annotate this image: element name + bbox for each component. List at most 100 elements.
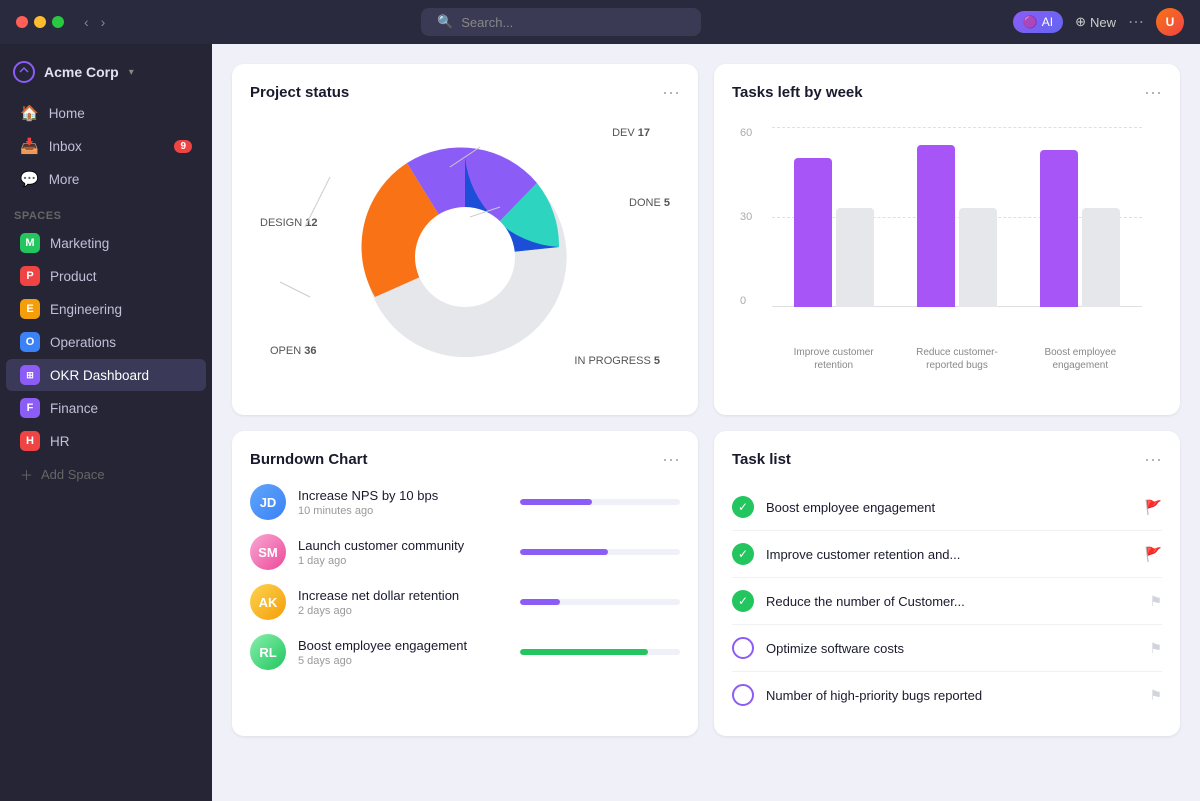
burndown-progress-2 — [520, 549, 680, 555]
task-text-2: Improve customer retention and... — [766, 547, 1133, 562]
burndown-fill-2 — [520, 549, 608, 555]
burndown-avatar-1: JD — [250, 484, 286, 520]
burndown-item-3: AK Increase net dollar retention 2 days … — [250, 584, 680, 620]
task-check-5 — [732, 684, 754, 706]
task-check-1: ✓ — [732, 496, 754, 518]
bar-bg-2 — [959, 208, 997, 307]
sidebar-item-finance[interactable]: F Finance — [6, 392, 206, 424]
burndown-progress-3 — [520, 599, 680, 605]
search-bar[interactable]: 🔍 Search... — [421, 8, 701, 36]
burndown-item-1: JD Increase NPS by 10 bps 10 minutes ago — [250, 484, 680, 520]
sidebar-item-inbox[interactable]: 📥 Inbox 9 — [6, 130, 206, 162]
pie-chart — [335, 127, 595, 387]
minimize-button[interactable] — [34, 16, 46, 28]
task-item-3[interactable]: ✓ Reduce the number of Customer... ⚑ — [732, 578, 1162, 625]
forward-arrow-icon[interactable]: › — [97, 12, 110, 32]
inprogress-label: IN PROGRESS 5 — [574, 355, 660, 367]
burndown-header: Burndown Chart ··· — [250, 449, 680, 470]
x-labels: Improve customer retention Reduce custom… — [772, 346, 1142, 372]
project-status-more[interactable]: ··· — [662, 82, 680, 103]
space-icon-product: P — [20, 266, 40, 286]
close-button[interactable] — [16, 16, 28, 28]
project-status-header: Project status ··· — [250, 82, 680, 103]
task-list-more[interactable]: ··· — [1144, 449, 1162, 470]
bar-main-1 — [794, 158, 832, 307]
avatar[interactable]: U — [1156, 8, 1184, 36]
sidebar-item-operations[interactable]: O Operations — [6, 326, 206, 358]
workspace-name: Acme Corp — [44, 64, 119, 80]
bar-chart-area: 60 30 0 — [732, 117, 1162, 377]
space-icon-okr: ⊞ — [20, 365, 40, 385]
search-icon: 🔍 — [437, 14, 453, 30]
sidebar-item-label: Home — [49, 106, 85, 121]
burndown-name-2: Launch customer community — [298, 538, 508, 553]
burndown-more[interactable]: ··· — [662, 449, 680, 470]
burndown-card: Burndown Chart ··· JD Increase NPS by 10… — [232, 431, 698, 736]
tasks-by-week-card: Tasks left by week ··· 60 30 0 — [714, 64, 1180, 415]
workspace-header[interactable]: Acme Corp ▾ — [0, 52, 212, 92]
project-status-card: Project status ··· — [232, 64, 698, 415]
grid-icon[interactable]: ⋯ — [1128, 12, 1144, 32]
x-label-3: Boost employee engagement — [1035, 346, 1125, 372]
task-item-1[interactable]: ✓ Boost employee engagement 🚩 — [732, 484, 1162, 531]
project-status-title: Project status — [250, 84, 349, 101]
ai-badge[interactable]: 🟣 AI — [1013, 11, 1063, 33]
new-button[interactable]: ⊕ New — [1075, 14, 1116, 30]
chevron-down-icon: ▾ — [129, 67, 134, 78]
sidebar-item-okr[interactable]: ⊞ OKR Dashboard — [6, 359, 206, 391]
sidebar-item-product[interactable]: P Product — [6, 260, 206, 292]
tasks-by-week-header: Tasks left by week ··· — [732, 82, 1162, 103]
titlebar-right: 🟣 AI ⊕ New ⋯ U — [1013, 8, 1184, 36]
design-label: DESIGN 12 — [260, 217, 317, 229]
task-item-4[interactable]: Optimize software costs ⚑ — [732, 625, 1162, 672]
task-list-header: Task list ··· — [732, 449, 1162, 470]
spaces-label: Spaces — [0, 200, 212, 226]
y-label-0: 0 — [740, 295, 752, 307]
task-text-3: Reduce the number of Customer... — [766, 594, 1137, 609]
task-list-card: Task list ··· ✓ Boost employee engagemen… — [714, 431, 1180, 736]
sidebar-item-engineering[interactable]: E Engineering — [6, 293, 206, 325]
task-item-2[interactable]: ✓ Improve customer retention and... 🚩 — [732, 531, 1162, 578]
sidebar-item-marketing[interactable]: M Marketing — [6, 227, 206, 259]
burndown-avatar-2: SM — [250, 534, 286, 570]
add-space-button[interactable]: ＋ Add Space — [6, 459, 206, 490]
new-icon: ⊕ — [1075, 14, 1086, 30]
task-item-5[interactable]: Number of high-priority bugs reported ⚑ — [732, 672, 1162, 718]
main-layout: Acme Corp ▾ 🏠 Home 📥 Inbox 9 💬 More Spac… — [0, 44, 1200, 801]
burndown-title: Burndown Chart — [250, 451, 368, 468]
maximize-button[interactable] — [52, 16, 64, 28]
task-flag-4: ⚑ — [1149, 640, 1162, 657]
space-label: Finance — [50, 401, 98, 416]
burndown-info-1: Increase NPS by 10 bps 10 minutes ago — [298, 488, 508, 517]
bar-group-2 — [917, 127, 997, 307]
task-text-4: Optimize software costs — [766, 641, 1137, 656]
tasks-by-week-title: Tasks left by week — [732, 84, 863, 101]
back-arrow-icon[interactable]: ‹ — [80, 12, 93, 32]
sidebar-item-more[interactable]: 💬 More — [6, 163, 206, 195]
space-label: Product — [50, 269, 97, 284]
titlebar: ‹ › 🔍 Search... 🟣 AI ⊕ New ⋯ U — [0, 0, 1200, 44]
ai-label: AI — [1042, 15, 1053, 29]
done-label: DONE 5 — [629, 197, 670, 209]
space-icon-operations: O — [20, 332, 40, 352]
nav-items: 🏠 Home 📥 Inbox 9 💬 More — [0, 92, 212, 200]
burndown-time-3: 2 days ago — [298, 605, 508, 617]
y-label-30: 30 — [740, 211, 752, 223]
burndown-info-4: Boost employee engagement 5 days ago — [298, 638, 508, 667]
add-space-label: Add Space — [41, 467, 105, 482]
bar-group-3 — [1040, 127, 1120, 307]
burndown-name-1: Increase NPS by 10 bps — [298, 488, 508, 503]
burndown-info-2: Launch customer community 1 day ago — [298, 538, 508, 567]
burndown-time-2: 1 day ago — [298, 555, 508, 567]
sidebar-item-home[interactable]: 🏠 Home — [6, 97, 206, 129]
bar-bg-1 — [836, 208, 874, 307]
tasks-by-week-more[interactable]: ··· — [1144, 82, 1162, 103]
sidebar: Acme Corp ▾ 🏠 Home 📥 Inbox 9 💬 More Spac… — [0, 44, 212, 801]
bars-container — [772, 127, 1142, 307]
sidebar-item-hr[interactable]: H HR — [6, 425, 206, 457]
task-check-2: ✓ — [732, 543, 754, 565]
burndown-name-4: Boost employee engagement — [298, 638, 508, 653]
spaces-list: M Marketing P Product E Engineering O Op… — [0, 226, 212, 458]
bar-group-1 — [794, 127, 874, 307]
burndown-item-4: RL Boost employee engagement 5 days ago — [250, 634, 680, 670]
